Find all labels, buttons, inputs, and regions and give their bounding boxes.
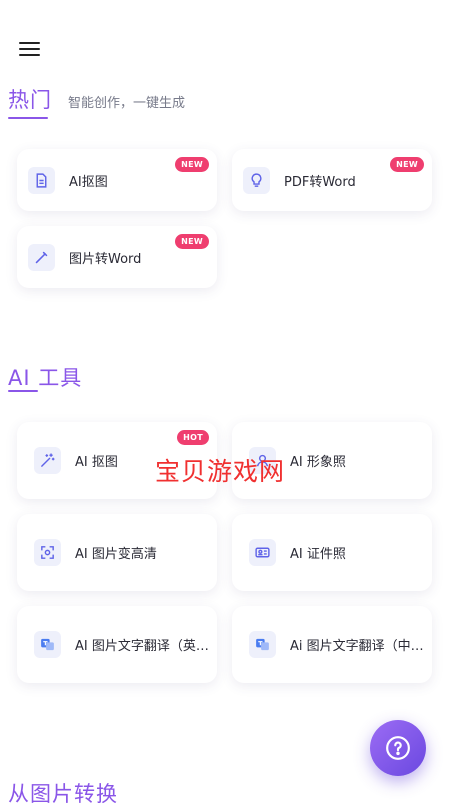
card-label: Ai 图片文字翻译（中…: [290, 639, 424, 654]
tool-card-ai-translate-en[interactable]: AI 图片文字翻译（英…: [17, 606, 217, 683]
card-label: AI 图片变高清: [75, 547, 157, 562]
id-card-icon: [249, 539, 276, 566]
tool-card-pdf-to-word[interactable]: PDF转Word NEW: [232, 149, 432, 211]
tool-card-ai-portrait[interactable]: AI 形象照: [232, 422, 432, 499]
magic-wand-icon: [34, 447, 61, 474]
translate-icon: [34, 631, 61, 658]
card-label: PDF转Word: [284, 174, 356, 190]
tool-card-ai-cutout[interactable]: AI 抠图 HOT: [17, 422, 217, 499]
card-label: AI 图片文字翻译（英…: [75, 639, 209, 654]
section-title: AI 工具: [8, 366, 83, 390]
card-label: AI抠图: [69, 174, 108, 190]
translate-icon: [249, 631, 276, 658]
section-underline: [8, 390, 38, 392]
new-badge: NEW: [175, 157, 209, 172]
new-badge: NEW: [390, 157, 424, 172]
section-title: 热门: [8, 88, 52, 112]
enhance-frame-icon: [34, 539, 61, 566]
lightbulb-icon: [243, 166, 270, 194]
tool-card-ai-enhance[interactable]: AI 图片变高清: [17, 514, 217, 591]
tool-card-ai-cutout[interactable]: AI抠图 NEW: [17, 149, 217, 211]
section-underline: [8, 117, 48, 119]
tool-card-image-to-word[interactable]: 图片转Word NEW: [17, 226, 217, 288]
hot-section-header: 热门 智能创作，一键生成: [8, 84, 185, 114]
card-label: 图片转Word: [69, 251, 142, 267]
tool-card-ai-id-photo[interactable]: AI 证件照: [232, 514, 432, 591]
tool-card-ai-translate-cn[interactable]: Ai 图片文字翻译（中…: [232, 606, 432, 683]
hot-badge: HOT: [177, 430, 209, 445]
convert-section-header: 从图片转换: [8, 778, 118, 808]
pen-icon: [28, 243, 55, 271]
card-label: AI 证件照: [290, 547, 346, 562]
new-badge: NEW: [175, 234, 209, 249]
document-icon: [28, 166, 55, 194]
section-subtitle: 智能创作，一键生成: [68, 96, 186, 111]
card-label: AI 形象照: [290, 455, 346, 470]
portrait-icon: [249, 447, 276, 474]
hamburger-menu-icon[interactable]: [19, 42, 41, 58]
card-label: AI 抠图: [75, 455, 118, 470]
ai-tools-section-header: AI 工具: [8, 362, 82, 392]
help-button[interactable]: [370, 720, 426, 776]
question-mark-icon: [386, 736, 410, 760]
section-title: 从图片转换: [8, 782, 118, 806]
